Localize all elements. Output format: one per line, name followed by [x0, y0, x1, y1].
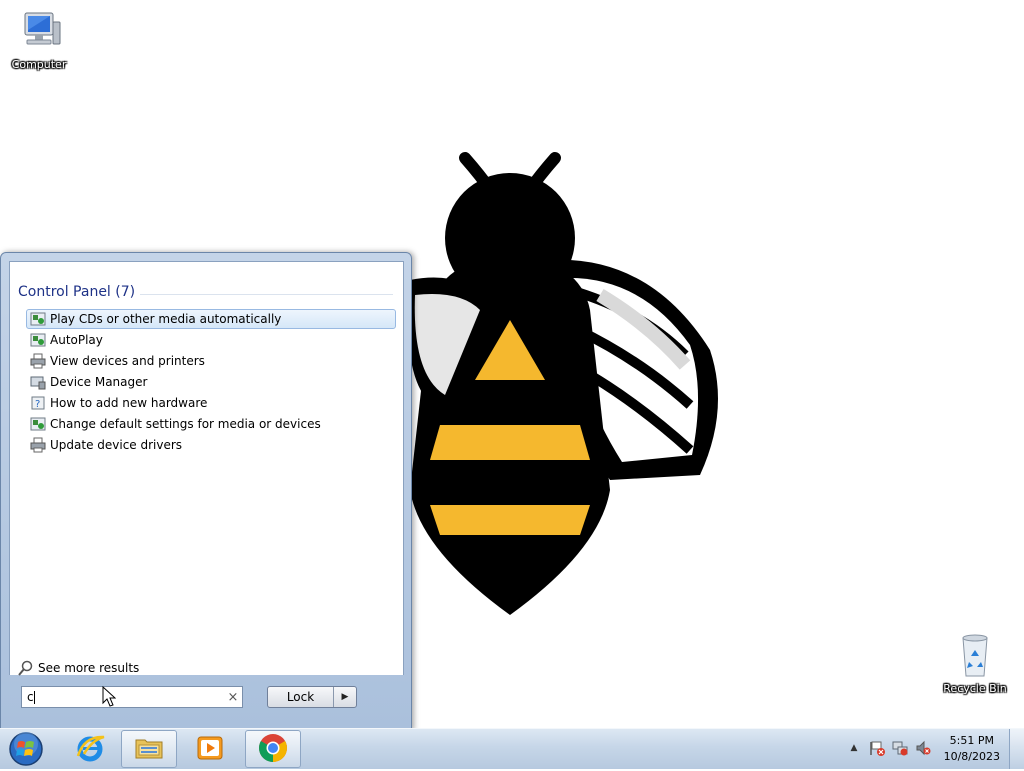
show-desktop-button[interactable]	[1009, 729, 1024, 769]
svg-text:?: ?	[35, 399, 40, 410]
computer-icon	[15, 8, 63, 56]
volume-muted-icon[interactable]	[915, 740, 931, 756]
power-options-arrow-icon[interactable]: ▶	[333, 687, 356, 707]
internet-explorer-icon	[74, 732, 106, 767]
result-add-hardware[interactable]: ? How to add new hardware	[26, 393, 396, 413]
wallpaper-bee-image	[400, 150, 730, 620]
see-more-results-link[interactable]: See more results	[18, 660, 139, 676]
clock[interactable]: 5:51 PM 10/8/2023	[944, 733, 1000, 765]
lock-button-label[interactable]: Lock	[268, 687, 333, 707]
result-label: Change default settings for media or dev…	[50, 417, 321, 431]
folder-icon	[133, 732, 165, 767]
results-group-title[interactable]: Control Panel (7)	[18, 284, 135, 300]
taskbar-internet-explorer[interactable]	[62, 730, 118, 768]
taskbar-google-chrome[interactable]	[245, 730, 301, 768]
taskbar: ▲ 5:51 PM 10/8/2023	[0, 728, 1024, 769]
desktop-icon-computer[interactable]: Computer	[1, 8, 77, 71]
result-label: Play CDs or other media automatically	[50, 312, 282, 326]
taskbar-windows-media-player[interactable]	[182, 730, 238, 768]
taskbar-windows-explorer[interactable]	[121, 730, 177, 768]
result-label: How to add new hardware	[50, 396, 208, 410]
clear-search-icon[interactable]: ×	[224, 690, 242, 705]
result-label: AutoPlay	[50, 333, 103, 347]
recycle-bin-icon	[951, 632, 999, 680]
result-change-default-media[interactable]: Change default settings for media or dev…	[26, 414, 396, 434]
search-results-panel: Control Panel (7) Play CDs or other medi…	[9, 261, 404, 676]
result-label: Device Manager	[50, 375, 148, 389]
autoplay-icon	[30, 311, 46, 327]
printer-icon	[30, 437, 46, 453]
clock-time: 5:51 PM	[949, 734, 994, 747]
help-hardware-icon: ?	[30, 395, 46, 411]
media-player-icon	[194, 732, 226, 767]
chrome-icon	[257, 732, 289, 767]
result-play-cds[interactable]: Play CDs or other media automatically	[26, 309, 396, 329]
lock-button[interactable]: Lock ▶	[267, 686, 357, 708]
device-manager-icon	[30, 374, 46, 390]
desktop-icon-label: Computer	[11, 58, 67, 71]
result-device-manager[interactable]: Device Manager	[26, 372, 396, 392]
autoplay-icon	[30, 416, 46, 432]
result-label: Update device drivers	[50, 438, 183, 452]
result-view-devices-printers[interactable]: View devices and printers	[26, 351, 396, 371]
show-hidden-icons-button[interactable]: ▲	[846, 740, 862, 756]
printer-icon	[30, 353, 46, 369]
mouse-cursor-icon	[102, 685, 117, 708]
see-more-label: See more results	[38, 661, 140, 675]
desktop-icon-label: Recycle Bin	[943, 682, 1007, 695]
desktop-icon-recycle-bin[interactable]: Recycle Bin	[937, 632, 1013, 695]
search-input-text[interactable]: c	[22, 690, 224, 704]
network-icon[interactable]	[892, 740, 908, 756]
search-input[interactable]: c ×	[21, 686, 243, 708]
autoplay-icon	[30, 332, 46, 348]
magnifier-icon	[18, 660, 34, 676]
start-menu: Control Panel (7) Play CDs or other medi…	[0, 252, 412, 731]
system-tray: ▲ 5:51 PM 10/8/2023	[834, 729, 1024, 769]
result-autoplay[interactable]: AutoPlay	[26, 330, 396, 350]
result-update-drivers[interactable]: Update device drivers	[26, 435, 396, 455]
group-divider	[140, 294, 393, 295]
clock-date: 10/8/2023	[943, 750, 1000, 763]
action-center-flag-icon[interactable]	[869, 740, 885, 756]
result-label: View devices and printers	[50, 354, 205, 368]
start-button[interactable]	[5, 730, 47, 768]
